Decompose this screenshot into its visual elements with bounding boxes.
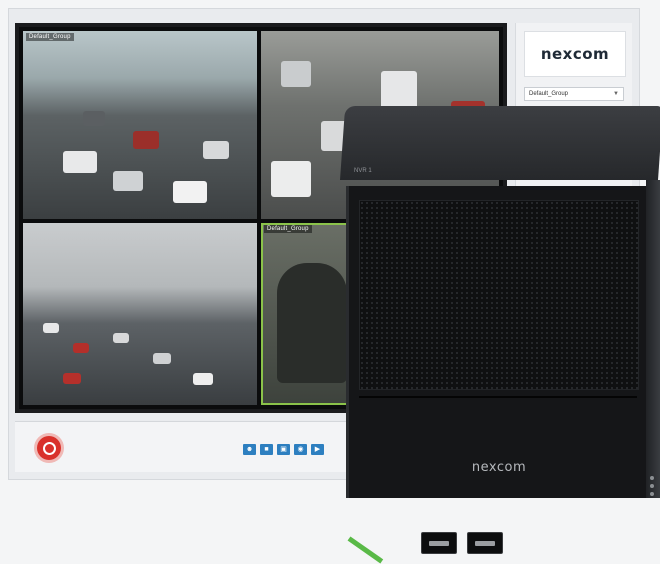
camera-tile-city-traffic[interactable] (23, 223, 257, 405)
group-select-value: Default_Group (529, 91, 569, 97)
record-icon (42, 441, 56, 455)
play-icon[interactable]: ▶ (311, 444, 324, 455)
green-accent-stripe (347, 536, 384, 564)
vent-mesh (359, 200, 639, 390)
nvr-front-panel: nexcom (346, 186, 649, 564)
camera-label: Default_Group (264, 225, 312, 233)
camera-label: Default_Group (26, 33, 74, 41)
usb-bay (421, 532, 503, 554)
group-select[interactable]: Default_Group ▼ (524, 87, 624, 101)
nvr-top-label: NVR 1 (354, 168, 372, 174)
status-led (650, 492, 654, 496)
status-leds (650, 476, 654, 496)
usb-port (421, 532, 457, 554)
status-led (650, 476, 654, 480)
nvr-brand-logo: nexcom (471, 460, 527, 475)
nvr-top-panel (340, 106, 660, 180)
toolbar: ☻ ■ ▣ ◉ ▶ (243, 444, 324, 455)
nvr-side-panel (646, 180, 660, 498)
brand-logo: nexcom (524, 31, 626, 77)
status-led (650, 484, 654, 488)
user-icon[interactable]: ☻ (243, 444, 256, 455)
folder-icon[interactable]: ▣ (277, 444, 290, 455)
save-icon[interactable]: ■ (260, 444, 273, 455)
chevron-down-icon: ▼ (613, 91, 619, 97)
usb-port (467, 532, 503, 554)
camera-icon[interactable]: ◉ (294, 444, 307, 455)
nvr-device: NVR 1 nexcom (340, 106, 660, 564)
record-button[interactable] (37, 436, 61, 460)
panel-divider (359, 396, 637, 398)
camera-tile-highway[interactable]: Default_Group (23, 31, 257, 219)
